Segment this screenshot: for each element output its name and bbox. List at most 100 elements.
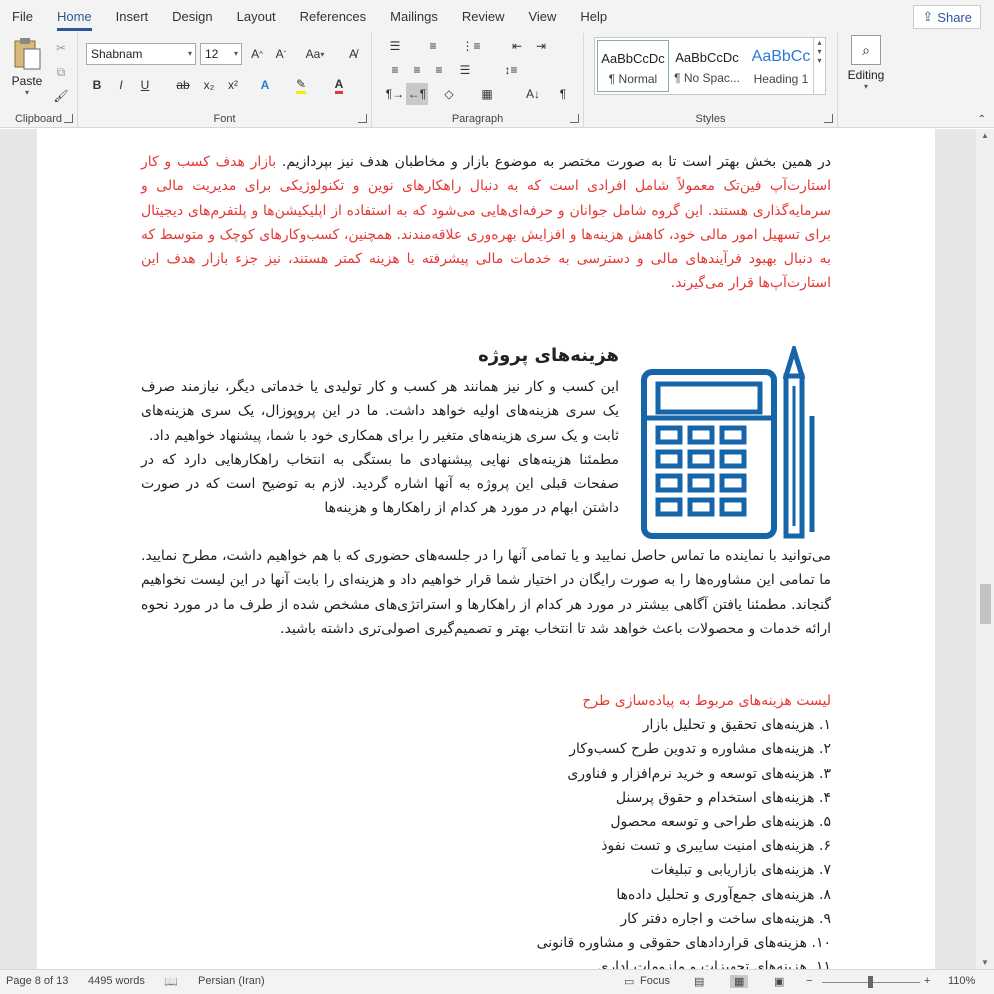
clipboard-launcher-icon[interactable]	[64, 114, 73, 123]
paragraph-target-market: در همین بخش بهتر است تا به صورت مختصر به…	[141, 150, 831, 296]
menu-home[interactable]: Home	[45, 0, 104, 33]
styles-scroll[interactable]: ▴ ▾ ▾	[813, 38, 825, 94]
chevron-down-icon: ▾	[187, 49, 192, 58]
word-count[interactable]: 4495 words	[88, 975, 145, 987]
rtl-icon[interactable]: ←¶	[406, 83, 428, 105]
align-right-icon[interactable]: ≡	[428, 59, 450, 81]
shading-icon[interactable]: ◇	[438, 83, 460, 105]
editing-button[interactable]: ⌕ Editing ▾	[842, 35, 890, 91]
font-name-value: Shabnam	[91, 47, 143, 61]
menu-references[interactable]: References	[288, 0, 378, 33]
para2-text: این کسب و کار نیز همانند هر کسب و کار تو…	[141, 379, 619, 444]
menu-design[interactable]: Design	[160, 0, 224, 33]
paragraph-launcher-icon[interactable]	[570, 114, 579, 123]
show-formatting-icon[interactable]: ¶	[552, 83, 574, 105]
search-icon: ⌕	[851, 35, 881, 65]
font-color-icon[interactable]: A	[328, 74, 350, 96]
share-button[interactable]: ⇪ Share	[913, 5, 981, 29]
focus-label[interactable]: Focus	[640, 975, 670, 987]
underline-icon[interactable]: U	[134, 74, 156, 96]
font-launcher-icon[interactable]	[358, 114, 367, 123]
list-item: ۱. هزینه‌های تحقیق و تحلیل بازار	[642, 717, 831, 734]
menu-layout[interactable]: Layout	[225, 0, 288, 33]
style-normal[interactable]: AaBbCcDc ¶ Normal	[597, 40, 669, 92]
numbering-icon[interactable]: ≡	[422, 35, 444, 57]
cut-icon[interactable]: ✂	[50, 37, 72, 59]
proofing-icon[interactable]: 📖	[164, 975, 178, 988]
bold-icon[interactable]: B	[86, 74, 108, 96]
page-count[interactable]: Page 8 of 13	[6, 975, 68, 987]
text-effects-icon[interactable]: A	[254, 74, 276, 96]
chevron-down-icon: ▾	[24, 88, 29, 97]
multilevel-list-icon[interactable]: ⋮≡	[460, 35, 482, 57]
menu-insert[interactable]: Insert	[104, 0, 161, 33]
paste-button[interactable]: Paste ▾	[8, 37, 46, 101]
page[interactable]: در همین بخش بهتر است تا به صورت مختصر به…	[37, 129, 935, 975]
zoom-slider-thumb[interactable]	[868, 976, 873, 988]
menu-mailings[interactable]: Mailings	[378, 0, 450, 33]
cost-list: لیست هزینه‌های مربوط به پیاده‌سازی طرح ۱…	[141, 689, 831, 979]
scroll-thumb[interactable]	[980, 584, 991, 624]
styles-launcher-icon[interactable]	[824, 114, 833, 123]
font-size-value: 12	[205, 47, 219, 61]
line-spacing-icon[interactable]: ↕≡	[500, 59, 522, 81]
bullets-icon[interactable]: ☰	[384, 35, 406, 57]
style-name: Heading 1	[753, 72, 809, 86]
highlight-icon[interactable]: ✎	[290, 74, 312, 96]
borders-icon[interactable]: ▦	[476, 83, 498, 105]
increase-indent-icon[interactable]: ⇥	[530, 35, 552, 57]
read-mode-icon[interactable]: ▤	[694, 975, 704, 988]
zoom-out-icon[interactable]: −	[806, 975, 812, 987]
menu-help[interactable]: Help	[568, 0, 619, 33]
font-size-select[interactable]: 12 ▾	[200, 43, 242, 65]
ltr-icon[interactable]: ¶→	[384, 83, 406, 105]
editing-label: Editing	[847, 68, 885, 82]
share-label: Share	[937, 9, 972, 25]
styles-label: Styles	[695, 113, 726, 125]
vertical-scrollbar[interactable]: ▲ ▼	[976, 129, 994, 969]
list-item: ۲. هزینه‌های مشاوره و تدوین طرح کسب‌وکار	[569, 741, 831, 758]
shrink-font-icon[interactable]: Aˇ	[270, 43, 292, 65]
decrease-indent-icon[interactable]: ⇤	[506, 35, 528, 57]
web-layout-icon[interactable]: ▣	[774, 975, 784, 988]
align-center-icon[interactable]: ≡	[406, 59, 428, 81]
subscript-icon[interactable]: x₂	[198, 74, 220, 96]
justify-icon[interactable]: ☰	[454, 59, 476, 81]
style-name: ¶ Normal	[608, 72, 658, 86]
editing-group: ⌕ Editing ▾	[838, 33, 892, 128]
copy-icon[interactable]: ⧉	[50, 61, 72, 83]
font-label: Font	[213, 113, 236, 125]
collapse-ribbon-icon[interactable]: ⌃	[978, 114, 986, 125]
menu-file[interactable]: File	[0, 0, 45, 33]
chevron-down-icon: ▾	[233, 49, 238, 58]
zoom-level[interactable]: 110%	[948, 975, 975, 987]
ribbon: Paste ▾ ✂ ⧉ 🖌 Clipboard Shabnam ▾ 12 ▾ A…	[0, 33, 994, 128]
font-name-select[interactable]: Shabnam ▾	[86, 43, 196, 65]
scroll-up-icon[interactable]: ▲	[981, 131, 989, 140]
paste-label: Paste	[11, 74, 43, 88]
menu-review[interactable]: Review	[450, 0, 517, 33]
print-layout-icon[interactable]: ▦	[730, 975, 749, 988]
scroll-down-icon[interactable]: ▼	[981, 958, 989, 967]
language[interactable]: Persian (Iran)	[198, 975, 265, 987]
style-name: ¶ No Spac...	[674, 71, 740, 85]
paragraph-group: ☰ ≡ ⋮≡ ⇤ ⇥ ≡ ≡ ≡ ☰ ↕≡ ¶→ ←¶ ◇ ▦ A↓ ¶ Par…	[372, 33, 584, 128]
focus-icon[interactable]: ▭	[624, 975, 634, 988]
clear-formatting-icon[interactable]: A̸	[342, 43, 364, 65]
zoom-in-icon[interactable]: +	[924, 975, 930, 987]
grow-font-icon[interactable]: A ^	[246, 43, 268, 65]
align-left-icon[interactable]: ≡	[384, 59, 406, 81]
menu-view[interactable]: View	[516, 0, 568, 33]
sort-icon[interactable]: A↓	[522, 83, 544, 105]
strikethrough-icon[interactable]: ab	[172, 74, 194, 96]
italic-icon[interactable]: I	[110, 74, 132, 96]
superscript-icon[interactable]: x²	[222, 74, 244, 96]
paste-icon	[14, 38, 41, 70]
style-sample: AaBbCc	[751, 48, 811, 65]
format-painter-icon[interactable]: 🖌	[50, 85, 72, 107]
change-case-icon[interactable]: Aa ▾	[300, 43, 330, 65]
style-no-spacing[interactable]: AaBbCcDc ¶ No Spac...	[671, 40, 743, 92]
list-item: ۶. هزینه‌های امنیت سایبری و تست نفوذ	[601, 838, 831, 855]
style-heading-1[interactable]: AaBbCc Heading 1	[745, 40, 817, 92]
list-item: ۷. هزینه‌های بازاریابی و تبلیغات	[650, 862, 831, 879]
